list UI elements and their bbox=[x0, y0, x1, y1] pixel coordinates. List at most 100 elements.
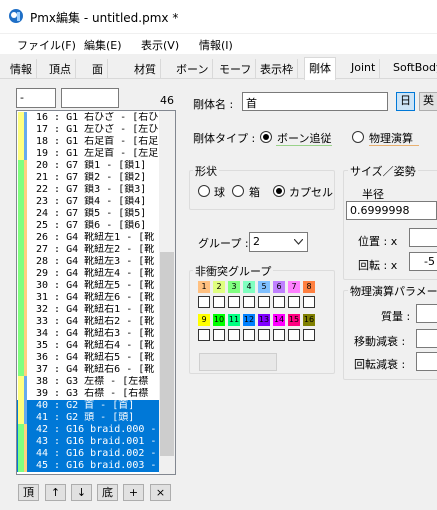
list-item-label: 41 : G2 頭 - [頭] bbox=[36, 412, 135, 423]
group-checkbox[interactable] bbox=[303, 296, 315, 308]
group-select[interactable]: 2 bbox=[249, 232, 308, 252]
move-bottom-button[interactable]: 底 bbox=[97, 484, 118, 501]
list-item[interactable]: 43 : G16 braid.001 - [ bbox=[17, 436, 160, 448]
list-item-label: 33 : G4 靴紐右2 - [靴 bbox=[36, 316, 155, 327]
lang-jp-button[interactable]: 日 bbox=[396, 92, 415, 111]
list-item[interactable]: 32 : G4 靴紐右1 - [靴 bbox=[17, 304, 160, 316]
group-checkbox[interactable] bbox=[288, 329, 300, 341]
move-down-button[interactable]: ↓ bbox=[71, 484, 92, 501]
list-item[interactable]: 35 : G4 靴紐右4 - [靴 bbox=[17, 340, 160, 352]
list-item[interactable]: 22 : G7 鎖3 - [鎖3] bbox=[17, 184, 160, 196]
list-item[interactable]: 34 : G4 靴紐右3 - [靴 bbox=[17, 328, 160, 340]
tab-face[interactable]: 面 bbox=[88, 59, 108, 79]
menu-info[interactable]: 情報(I) bbox=[199, 37, 233, 53]
app-icon bbox=[9, 9, 23, 23]
item-count: 46 bbox=[160, 94, 174, 107]
group-checkbox[interactable] bbox=[243, 329, 255, 341]
tab-softbody[interactable]: SoftBody bbox=[389, 59, 437, 79]
tab-display-frame[interactable]: 表示枠 bbox=[256, 59, 298, 79]
tab-rigidbody[interactable]: 剛体 bbox=[304, 57, 336, 80]
list-item[interactable]: 38 : G3 左襟 - [左襟 bbox=[17, 376, 160, 388]
tab-joint[interactable]: Joint bbox=[347, 59, 381, 79]
tab-bone[interactable]: ボーン bbox=[172, 59, 214, 79]
list-item[interactable]: 37 : G4 靴紐右6 - [靴 bbox=[17, 364, 160, 376]
type-bone-radio[interactable] bbox=[260, 131, 272, 143]
list-item[interactable]: 42 : G16 braid.000 - [ bbox=[17, 424, 160, 436]
list-item[interactable]: 31 : G4 靴紐左6 - [靴 bbox=[17, 292, 160, 304]
group-checkbox[interactable] bbox=[258, 296, 270, 308]
group-color-label: 11 bbox=[228, 314, 240, 326]
row-color-swatch-2 bbox=[24, 220, 27, 232]
group-action-button[interactable] bbox=[199, 353, 277, 371]
row-color-swatch-2 bbox=[24, 316, 27, 328]
type-physics-radio[interactable] bbox=[352, 131, 364, 143]
group-checkbox[interactable] bbox=[228, 329, 240, 341]
move-top-button[interactable]: 頂 bbox=[18, 484, 39, 501]
list-item[interactable]: 19 : G1 左足首 - [左足 bbox=[17, 148, 160, 160]
group-checkbox[interactable] bbox=[288, 296, 300, 308]
list-item[interactable]: 21 : G7 鎖2 - [鎖2] bbox=[17, 172, 160, 184]
list-item[interactable]: 33 : G4 靴紐右2 - [靴 bbox=[17, 316, 160, 328]
row-color-swatch-2 bbox=[24, 124, 27, 136]
menu-file[interactable]: ファイル(F) bbox=[17, 37, 76, 53]
shape-sphere-label: 球 bbox=[214, 186, 225, 199]
shape-sphere-radio[interactable] bbox=[198, 185, 210, 197]
add-button[interactable]: + bbox=[123, 484, 144, 501]
group-checkbox[interactable] bbox=[273, 296, 285, 308]
group-checkbox[interactable] bbox=[198, 329, 210, 341]
tab-material[interactable]: 材質 bbox=[130, 59, 161, 79]
name-input[interactable]: 首 bbox=[242, 92, 388, 111]
menu-edit[interactable]: 編集(E) bbox=[84, 37, 122, 53]
list-item[interactable]: 30 : G4 靴紐左5 - [靴 bbox=[17, 280, 160, 292]
list-item[interactable]: 39 : G3 右襟 - [右襟 bbox=[17, 388, 160, 400]
filter-input-right[interactable] bbox=[61, 88, 119, 108]
list-item[interactable]: 18 : G1 右足首 - [右足 bbox=[17, 136, 160, 148]
group-color-label: 10 bbox=[213, 314, 225, 326]
tab-vertex[interactable]: 頂点 bbox=[45, 59, 76, 79]
list-item[interactable]: 45 : G16 braid.003 - [ bbox=[17, 460, 160, 472]
scrollbar-thumb[interactable] bbox=[160, 252, 174, 456]
rotation-label: 回転 : x bbox=[358, 259, 398, 272]
list-item[interactable]: 20 : G7 鎖1 - [鎖1] bbox=[17, 160, 160, 172]
rotation-damping-input[interactable] bbox=[416, 352, 437, 371]
group-checkbox[interactable] bbox=[228, 296, 240, 308]
filter-input-left[interactable]: - bbox=[16, 88, 56, 108]
group-checkbox[interactable] bbox=[258, 329, 270, 341]
rigidbody-list[interactable]: 16 : G1 右ひざ - [右ひ 17 : G1 左ひざ - [左ひ 18 : G… bbox=[16, 110, 176, 475]
tab-info[interactable]: 情報 bbox=[6, 59, 37, 79]
list-item[interactable]: 24 : G7 鎖5 - [鎖5] bbox=[17, 208, 160, 220]
group-checkbox[interactable] bbox=[198, 296, 210, 308]
group-checkbox[interactable] bbox=[273, 329, 285, 341]
group-checkbox[interactable] bbox=[213, 296, 225, 308]
list-item[interactable]: 16 : G1 右ひざ - [右ひ bbox=[17, 112, 160, 124]
menu-view[interactable]: 表示(V) bbox=[141, 37, 179, 53]
group-checkbox[interactable] bbox=[213, 329, 225, 341]
move-up-button[interactable]: ↑ bbox=[45, 484, 66, 501]
list-item-label: 22 : G7 鎖3 - [鎖3] bbox=[36, 184, 147, 195]
list-item[interactable]: 29 : G4 靴紐左4 - [靴 bbox=[17, 268, 160, 280]
lang-en-button[interactable]: 英 bbox=[419, 92, 437, 111]
list-item-label: 43 : G16 braid.001 - [ bbox=[36, 436, 160, 447]
list-item[interactable]: 36 : G4 靴紐右5 - [靴 bbox=[17, 352, 160, 364]
list-item[interactable]: 27 : G4 靴紐左2 - [靴 bbox=[17, 244, 160, 256]
delete-button[interactable]: × bbox=[150, 484, 171, 501]
list-item[interactable]: 44 : G16 braid.002 - [ bbox=[17, 448, 160, 460]
list-item[interactable]: 40 : G2 首 - [首] bbox=[17, 400, 160, 412]
list-item[interactable]: 23 : G7 鎖4 - [鎖4] bbox=[17, 196, 160, 208]
list-item[interactable]: 26 : G4 靴紐左1 - [靴 bbox=[17, 232, 160, 244]
list-item-label: 35 : G4 靴紐右4 - [靴 bbox=[36, 340, 155, 351]
list-item[interactable]: 25 : G7 鎖6 - [鎖6] bbox=[17, 220, 160, 232]
group-checkbox[interactable] bbox=[243, 296, 255, 308]
tab-morph[interactable]: モーフ bbox=[215, 59, 257, 79]
list-item[interactable]: 28 : G4 靴紐左3 - [靴 bbox=[17, 256, 160, 268]
list-item[interactable]: 41 : G2 頭 - [頭] bbox=[17, 412, 160, 424]
group-checkbox[interactable] bbox=[303, 329, 315, 341]
mass-input[interactable] bbox=[416, 304, 437, 323]
list-item[interactable]: 17 : G1 左ひざ - [左ひ bbox=[17, 124, 160, 136]
radius-input[interactable]: 0.6999998 bbox=[346, 201, 437, 220]
position-x-input[interactable] bbox=[409, 228, 437, 247]
shape-box-radio[interactable] bbox=[232, 185, 244, 197]
rotation-x-input[interactable]: -5 bbox=[409, 252, 437, 271]
shape-capsule-radio[interactable] bbox=[273, 185, 285, 197]
move-damping-input[interactable] bbox=[416, 329, 437, 348]
